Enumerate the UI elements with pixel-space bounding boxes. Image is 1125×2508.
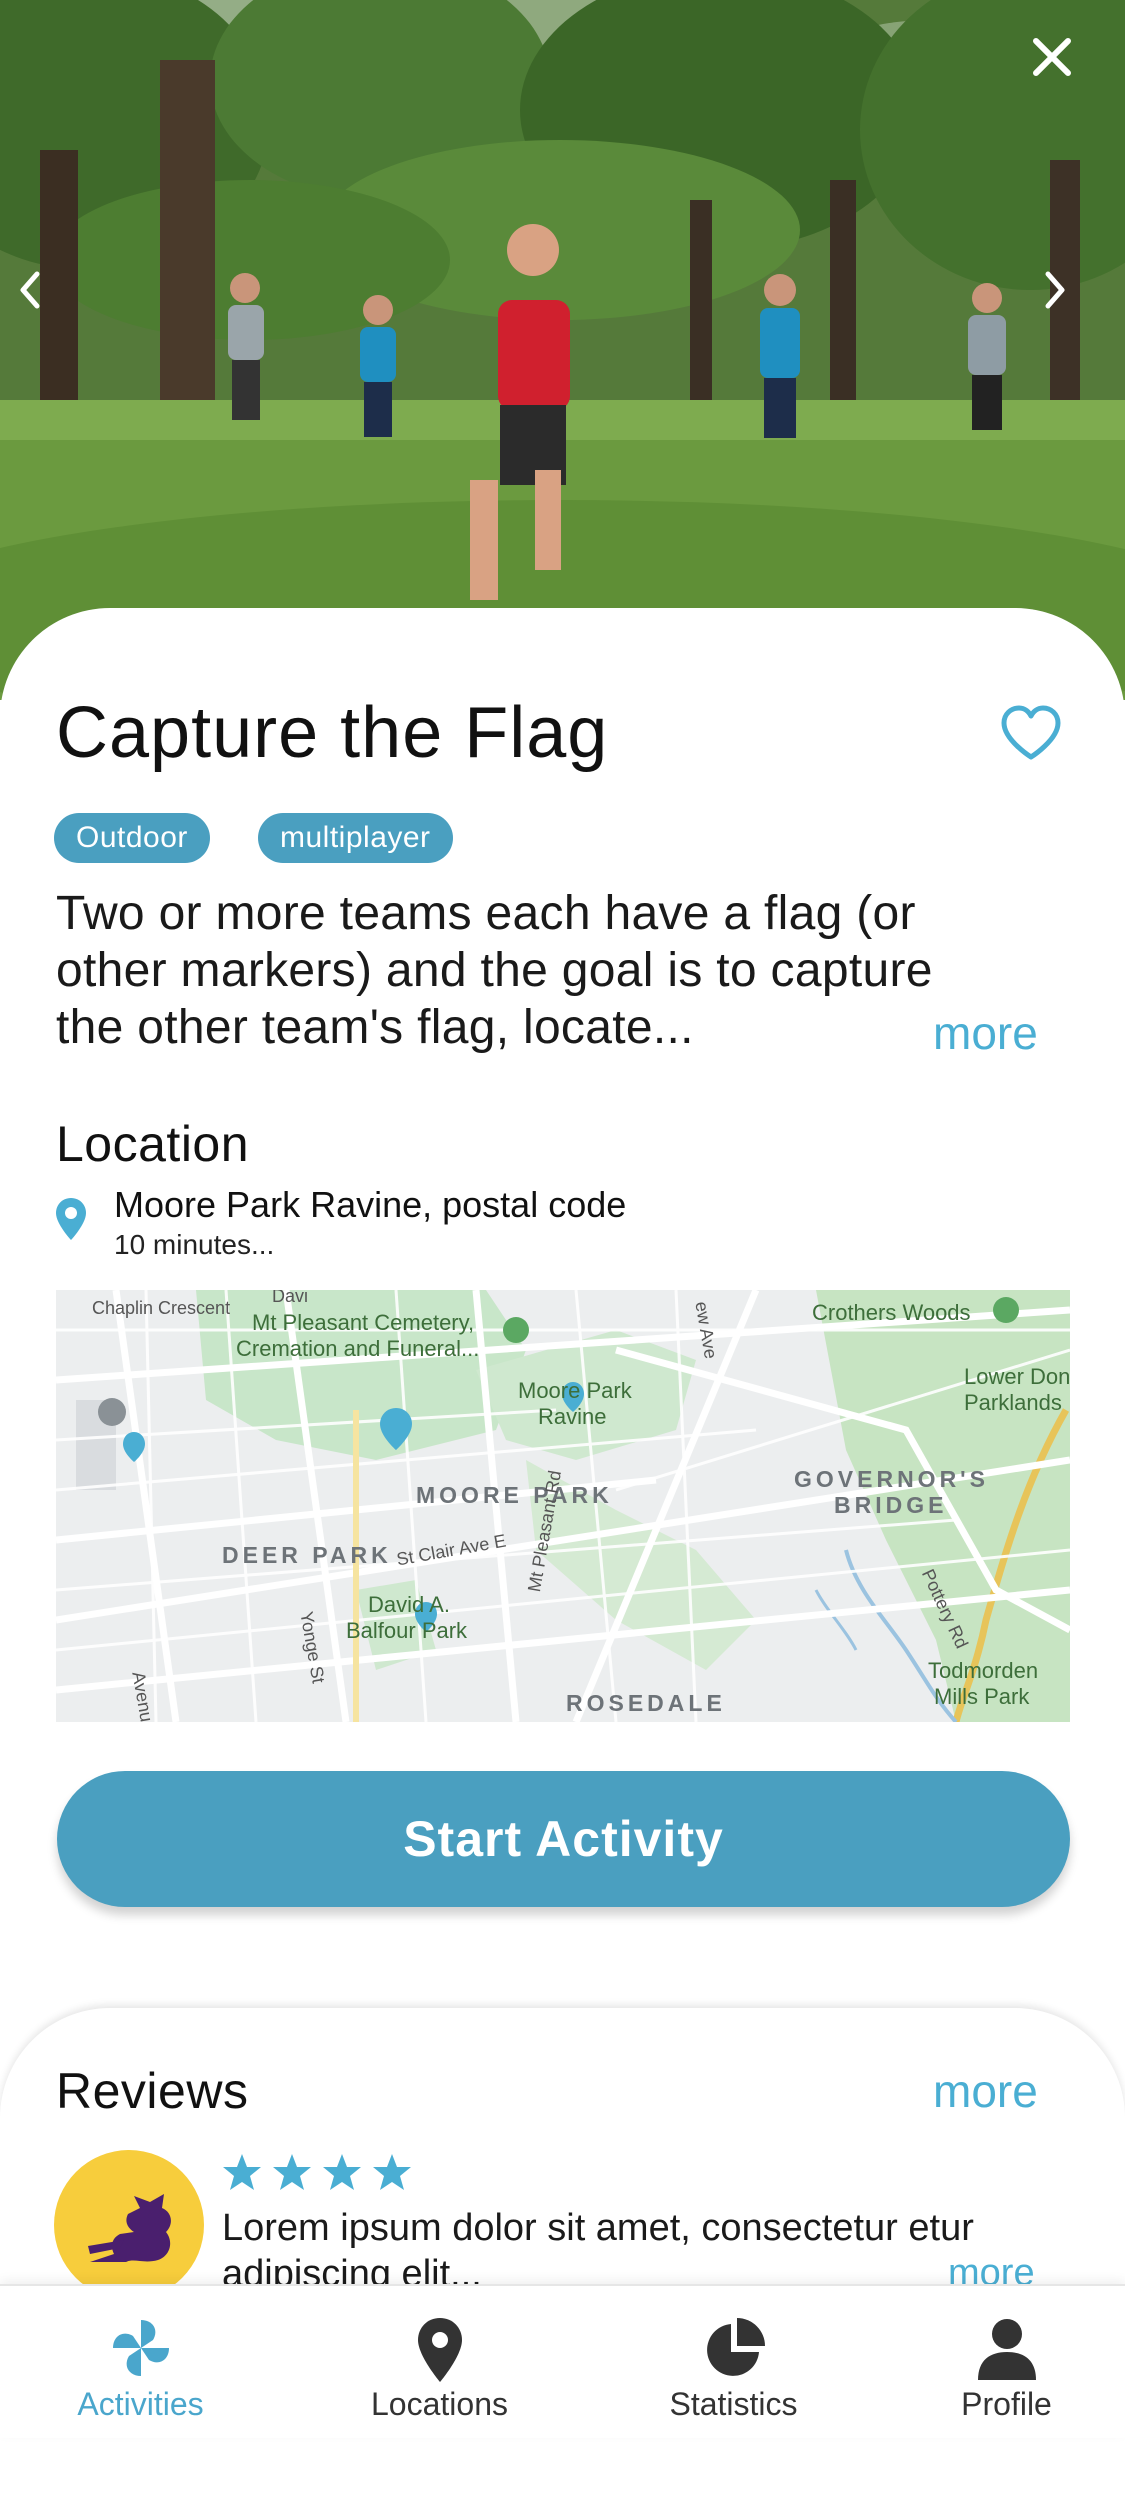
bottom-tab-bar: Activities Locations Statistics Profile [0,2284,1125,2438]
map-label: BRIDGE [834,1492,948,1518]
tab-label: Activities [77,2386,204,2422]
favorite-heart-icon[interactable] [1000,705,1062,761]
dragon-logo-icon [88,2194,171,2262]
person-icon [977,2319,1036,2380]
map-label: Lower Don [964,1364,1070,1389]
pinwheel-icon [112,2320,169,2376]
tag-outdoor[interactable]: Outdoor [54,813,210,863]
tab-activities[interactable]: Activities [0,2286,281,2438]
description-more-link[interactable]: more [933,1006,1038,1060]
tab-statistics[interactable]: Statistics [593,2286,874,2438]
next-image-button[interactable] [1040,270,1110,340]
start-activity-button[interactable]: Start Activity [57,1771,1070,1907]
map-label: Ravine [538,1404,607,1429]
review-rating [222,2152,412,2192]
map-label: Mills Park [934,1684,1030,1709]
map-label: Cremation and Funeral... [236,1336,480,1361]
map-label: Moore Park [518,1378,632,1403]
chevron-left-icon [20,271,40,309]
hero-photo-illustration [0,0,1125,700]
location-travel-time: 10 minutes... [114,1229,275,1260]
map-label: Mt Pleasant Cemetery, [252,1310,475,1335]
activity-title: Capture the Flag [56,693,609,773]
star-icon [373,2154,411,2190]
star-icon [273,2154,311,2190]
description-line: the other team's flag, locate... [56,1001,694,1054]
map-label: ROSEDALE [566,1690,726,1716]
activity-description: Two or more teams each have a flag (or o… [56,885,1046,1056]
tab-label: Statistics [669,2386,798,2422]
pie-chart-icon [706,2318,765,2376]
map-label: Parklands [964,1390,1062,1415]
description-line: Two or more teams each have a flag (or [56,887,916,940]
description-line: other markers) and the goal is to captur… [56,944,933,997]
close-button[interactable] [1030,35,1100,105]
tab-label: Locations [371,2386,508,2422]
map-label: Todmorden [928,1658,1039,1683]
tab-locations[interactable]: Locations [299,2286,580,2438]
star-icon [223,2154,261,2190]
tag-multiplayer[interactable]: multiplayer [258,813,453,863]
review-text-line: Lorem ipsum dolor sit amet, consectetur … [222,2207,974,2249]
map-pin-icon [417,2318,462,2382]
hero-image [0,0,1125,700]
map-label: Crothers Woods [812,1300,971,1325]
map-label: Davi [272,1290,309,1306]
previous-image-button[interactable] [15,270,85,340]
tab-label: Profile [961,2386,1052,2422]
location-pin-icon [56,1198,86,1240]
reviews-heading: Reviews [56,2063,249,2119]
map-label: David A. [368,1592,450,1617]
map-label: MOORE PARK [416,1482,613,1508]
map-label: DEER PARK [222,1542,392,1568]
chevron-right-icon [1045,271,1065,309]
reviews-more-link[interactable]: more [933,2064,1038,2118]
location-heading: Location [56,1116,250,1172]
map-label: GOVERNOR'S [794,1466,989,1492]
close-icon [1033,38,1071,76]
reviewer-avatar [54,2150,204,2300]
map-label: Chaplin Crescent [92,1298,231,1318]
map-label: Balfour Park [346,1618,468,1643]
location-name: Moore Park Ravine, postal code [114,1184,627,1225]
tab-profile[interactable]: Profile [866,2286,1125,2438]
location-map[interactable]: Chaplin Crescent Davi ew Ave Mt Pleasant… [56,1290,1070,1722]
star-icon [323,2154,361,2190]
